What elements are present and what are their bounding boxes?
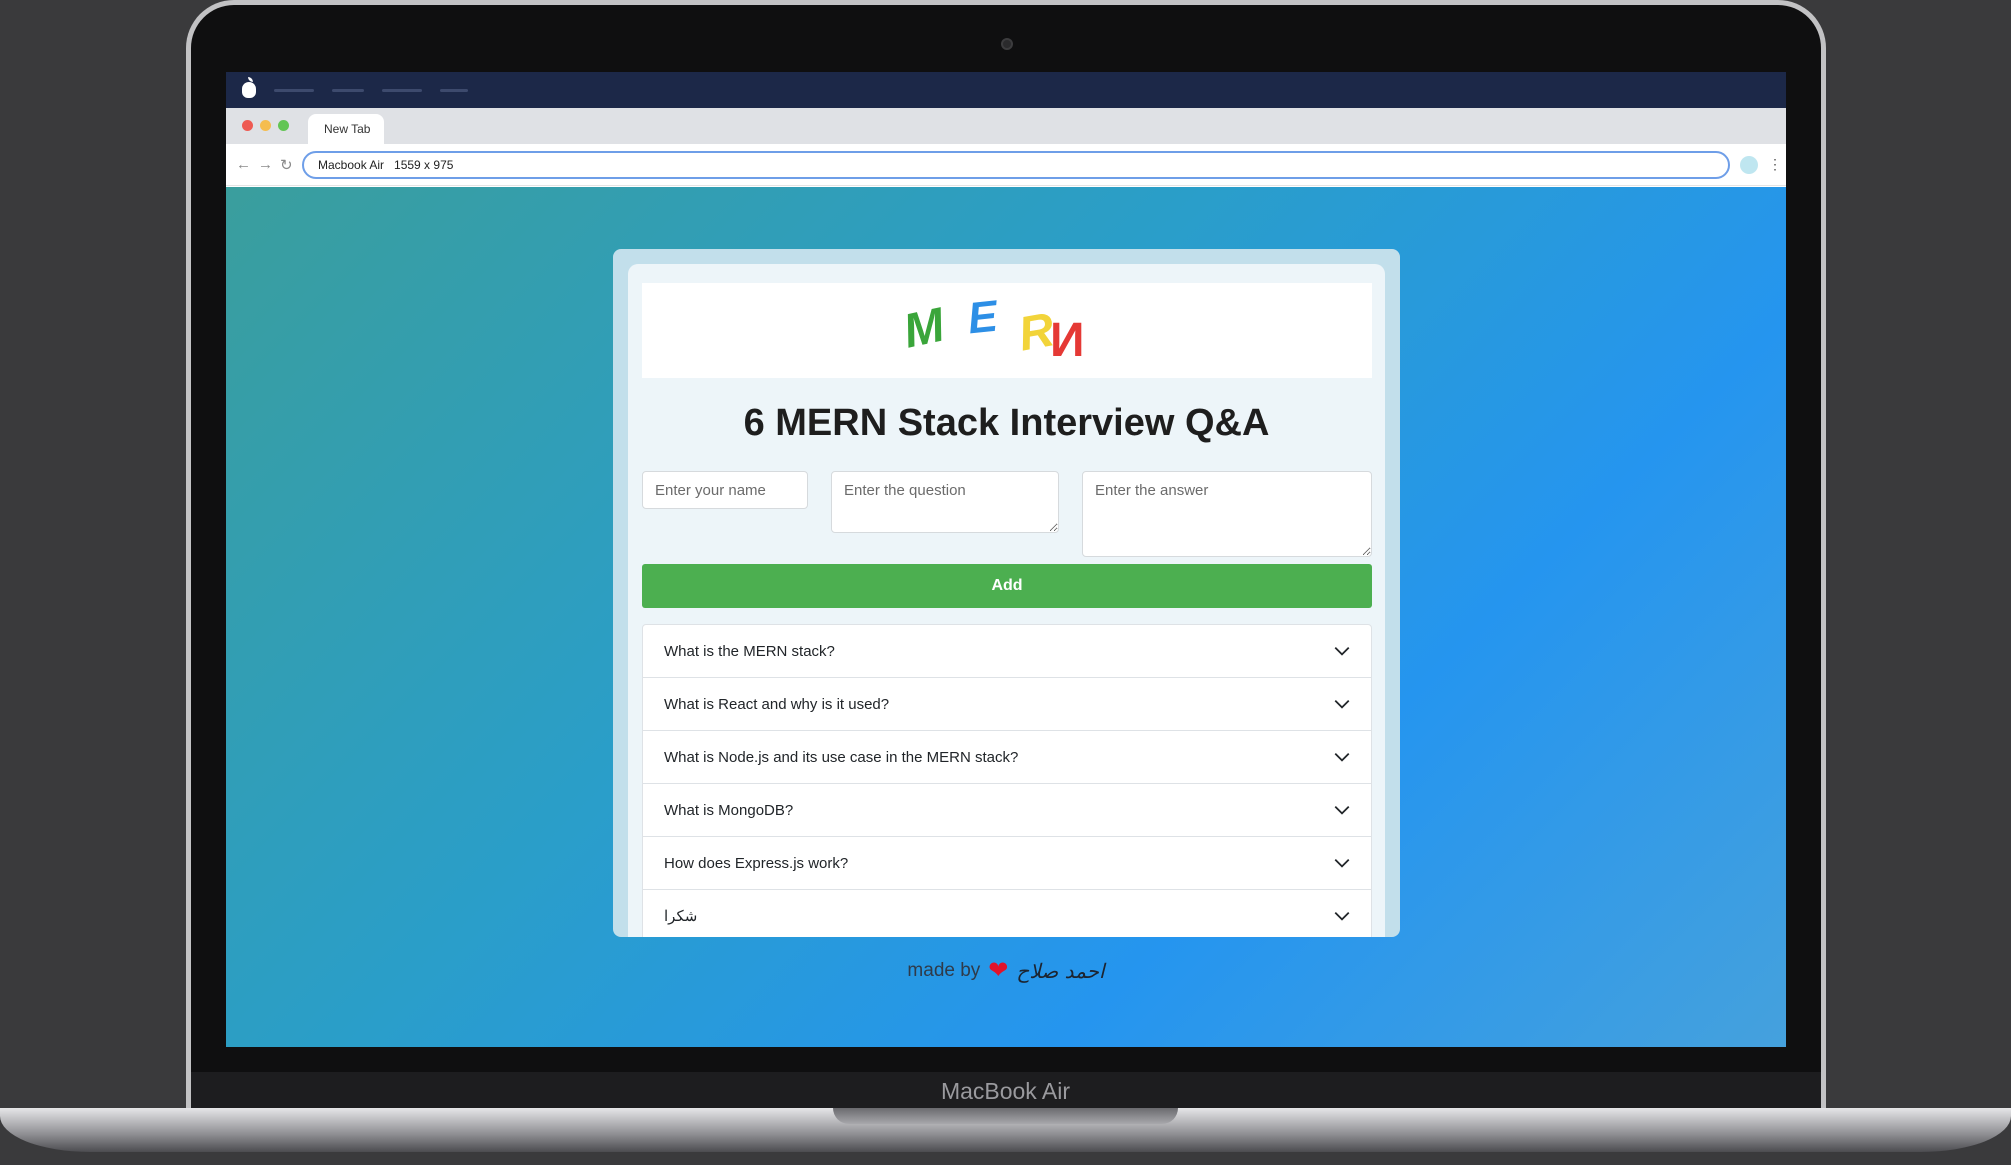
webcam-icon xyxy=(1001,38,1013,50)
qa-card: M E R И 6 MERN Stack Interview Q&A Add W… xyxy=(628,264,1385,937)
apple-icon[interactable] xyxy=(242,77,256,98)
faq-item[interactable]: شكرا xyxy=(643,890,1371,937)
faq-item[interactable]: What is React and why is it used? xyxy=(643,678,1371,731)
os-menu-placeholder[interactable] xyxy=(274,88,314,92)
chevron-down-icon xyxy=(1334,646,1350,656)
forward-arrow-icon[interactable]: → xyxy=(258,156,273,173)
browser-tab[interactable]: New Tab xyxy=(308,114,384,144)
faq-question: What is MongoDB? xyxy=(664,801,794,819)
add-button[interactable]: Add xyxy=(642,564,1372,608)
faq-item[interactable]: What is MongoDB? xyxy=(643,784,1371,837)
laptop-notch xyxy=(833,1108,1178,1124)
author-signature: احمد صلاح xyxy=(1016,959,1105,983)
faq-item[interactable]: What is the MERN stack? xyxy=(643,625,1371,678)
url-text: Macbook Air 1559 x 975 xyxy=(318,157,454,172)
chevron-down-icon xyxy=(1334,911,1350,921)
name-input[interactable] xyxy=(642,471,808,509)
window-controls xyxy=(242,120,289,131)
page-title: 6 MERN Stack Interview Q&A xyxy=(743,402,1270,444)
browser-toolbar: ← → ↻ Macbook Air 1559 x 975 ⋮ xyxy=(226,144,1786,186)
kebab-menu-icon[interactable]: ⋮ xyxy=(1768,156,1782,173)
os-menu-bar xyxy=(226,72,1786,108)
mern-logo: M E R И xyxy=(642,283,1372,378)
logo-letter-m: M xyxy=(898,298,950,359)
chevron-down-icon xyxy=(1334,752,1350,762)
browser-tab-bar: New Tab xyxy=(226,108,1786,144)
faq-question: What is React and why is it used? xyxy=(664,695,890,713)
back-arrow-icon[interactable]: ← xyxy=(236,156,251,173)
faq-accordion: What is the MERN stack? What is React an… xyxy=(642,624,1372,937)
os-menu-placeholder[interactable] xyxy=(382,88,422,92)
page-viewport: M E R И 6 MERN Stack Interview Q&A Add W… xyxy=(226,187,1786,1047)
profile-avatar-icon[interactable] xyxy=(1740,155,1758,174)
logo-letter-n: И xyxy=(1050,314,1085,367)
faq-item[interactable]: How does Express.js work? xyxy=(643,837,1371,890)
card-frame: M E R И 6 MERN Stack Interview Q&A Add W… xyxy=(613,249,1400,937)
answer-input[interactable] xyxy=(1082,471,1372,557)
minimize-window-icon[interactable] xyxy=(260,120,271,131)
tab-title: New Tab xyxy=(324,122,371,136)
faq-item[interactable]: What is Node.js and its use case in the … xyxy=(643,731,1371,784)
close-window-icon[interactable] xyxy=(242,120,253,131)
reload-icon[interactable]: ↻ xyxy=(280,156,293,174)
faq-question: How does Express.js work? xyxy=(664,854,849,872)
screen: New Tab ← → ↻ Macbook Air 1559 x 975 ⋮ M… xyxy=(226,72,1786,1047)
faq-question: شكرا xyxy=(664,908,698,925)
faq-question: What is the MERN stack? xyxy=(664,642,835,660)
os-menu-placeholder[interactable] xyxy=(440,88,468,92)
footer-credit: made by ❤ احمد صلاح xyxy=(226,957,1786,984)
faq-question: What is Node.js and its use case in the … xyxy=(664,748,1019,766)
logo-letter-e: E xyxy=(965,291,1000,344)
device-label: MacBook Air xyxy=(940,1078,1071,1104)
address-input[interactable]: Macbook Air 1559 x 975 xyxy=(302,150,1730,179)
chevron-down-icon xyxy=(1334,699,1350,709)
os-menu-placeholder[interactable] xyxy=(332,88,364,92)
heart-icon: ❤ xyxy=(988,957,1009,984)
question-input[interactable] xyxy=(831,471,1059,533)
chevron-down-icon xyxy=(1334,858,1350,868)
chevron-down-icon xyxy=(1334,805,1350,815)
made-by-text: made by xyxy=(907,960,981,981)
maximize-window-icon[interactable] xyxy=(278,120,289,131)
